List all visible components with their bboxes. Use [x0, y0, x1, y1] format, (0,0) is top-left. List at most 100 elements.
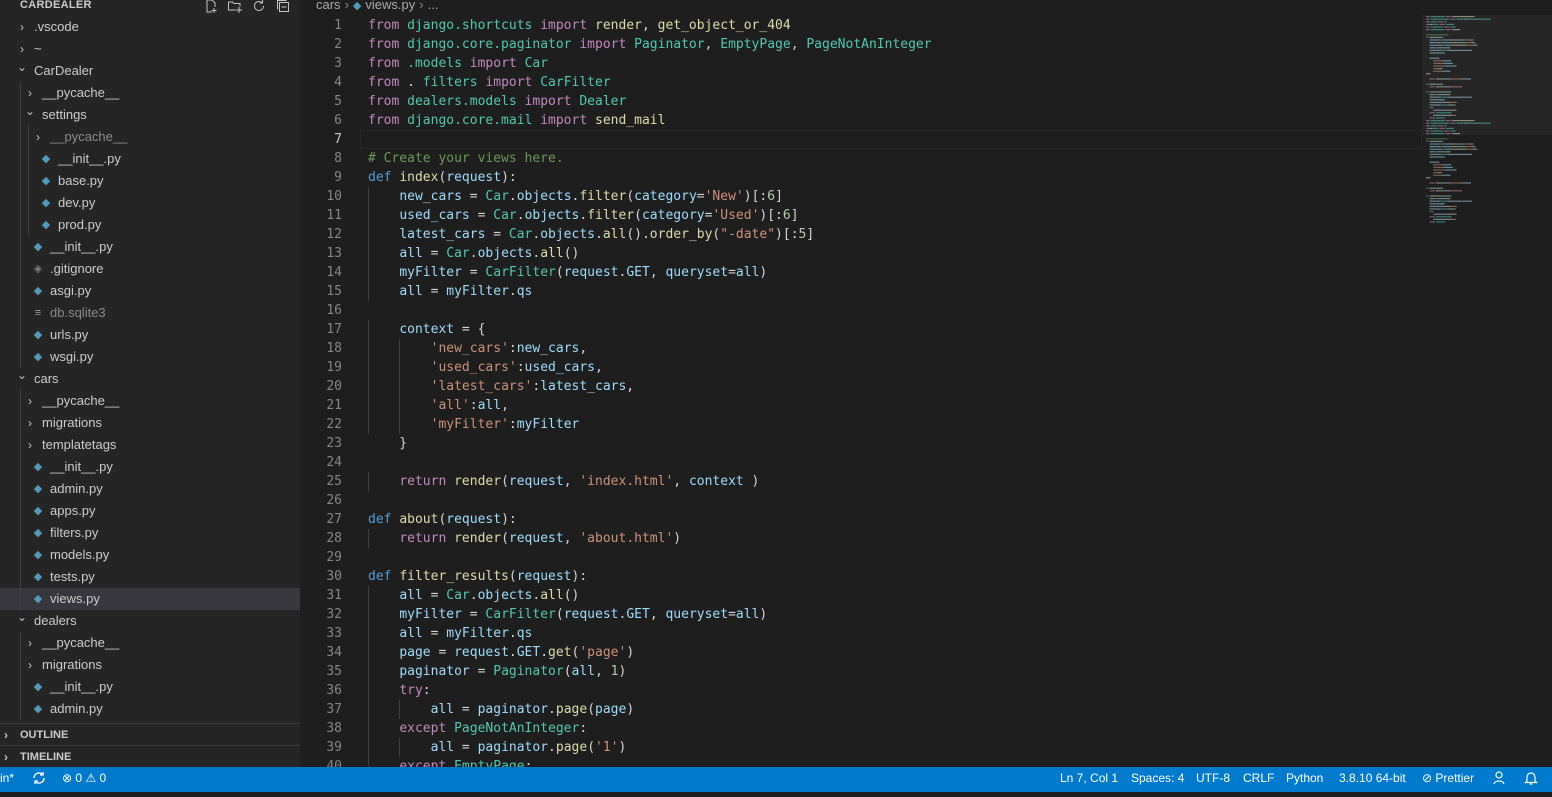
- new-file-icon[interactable]: [202, 0, 220, 14]
- code-line[interactable]: 39 all = paginator.page('1'): [300, 738, 1552, 757]
- code-line[interactable]: 19 'used_cars':used_cars,: [300, 358, 1552, 377]
- timeline-panel-header[interactable]: › TIMELINE: [0, 746, 300, 767]
- branch-indicator[interactable]: in*: [0, 767, 14, 792]
- tree-folder[interactable]: › __pycache__: [0, 390, 300, 412]
- tree-file[interactable]: ◆ asgi.py: [0, 280, 300, 302]
- tree-file[interactable]: ◆ __init__.py: [0, 676, 300, 698]
- code-line[interactable]: 26: [300, 491, 1552, 510]
- tree-folder[interactable]: ⌄ CarDealer: [0, 60, 300, 82]
- code-line[interactable]: 18 'new_cars':new_cars,: [300, 339, 1552, 358]
- code-line[interactable]: 30 def filter_results(request):: [300, 567, 1552, 586]
- code-line[interactable]: 1 from django.shortcuts import render, ge…: [300, 16, 1552, 35]
- tree-file[interactable]: ◆ prod.py: [0, 214, 300, 236]
- sync-icon[interactable]: [31, 767, 47, 792]
- indentation[interactable]: Spaces: 4: [1131, 767, 1184, 792]
- collapse-all-icon[interactable]: [274, 0, 292, 14]
- code-line[interactable]: 10 new_cars = Car.objects.filter(categor…: [300, 187, 1552, 206]
- code-line[interactable]: 17 context = {: [300, 320, 1552, 339]
- breadcrumb-file[interactable]: views.py: [365, 0, 415, 12]
- code-line[interactable]: 29: [300, 548, 1552, 567]
- tree-file[interactable]: ◆ views.py: [0, 588, 300, 610]
- code-area[interactable]: 1 from django.shortcuts import render, ge…: [300, 16, 1552, 767]
- line-ending[interactable]: CRLF: [1243, 767, 1274, 792]
- tree-folder[interactable]: ⌄ settings: [0, 104, 300, 126]
- code-line[interactable]: 22 'myFilter':myFilter: [300, 415, 1552, 434]
- tree-file[interactable]: ◆ base.py: [0, 170, 300, 192]
- tree-item-label: base.py: [58, 173, 104, 188]
- tree-folder[interactable]: › templatetags: [0, 434, 300, 456]
- code-line[interactable]: 28 return render(request, 'about.html'): [300, 529, 1552, 548]
- tree-folder[interactable]: ⌄ cars: [0, 368, 300, 390]
- code-line[interactable]: 24: [300, 453, 1552, 472]
- tree-file[interactable]: ◆ filters.py: [0, 522, 300, 544]
- minimap-token: [1436, 200, 1440, 202]
- code-line[interactable]: 4 from . filters import CarFilter: [300, 73, 1552, 92]
- tree-file[interactable]: ◆ tests.py: [0, 566, 300, 588]
- refresh-icon[interactable]: [250, 0, 268, 14]
- tree-file[interactable]: ◆ __init__.py: [0, 456, 300, 478]
- code-line[interactable]: 16: [300, 301, 1552, 320]
- code-line[interactable]: 27 def about(request):: [300, 510, 1552, 529]
- code-line[interactable]: 3 from .models import Car: [300, 54, 1552, 73]
- code-line[interactable]: 37 all = paginator.page(page): [300, 700, 1552, 719]
- code-line[interactable]: 6 from django.core.mail import send_mail: [300, 111, 1552, 130]
- python-interpreter[interactable]: 3.8.10 64-bit: [1339, 767, 1406, 792]
- code-line[interactable]: 25 return render(request, 'index.html', …: [300, 472, 1552, 491]
- line-source: except EmptyPage:: [368, 757, 532, 767]
- code-line[interactable]: 14 myFilter = CarFilter(request.GET, que…: [300, 263, 1552, 282]
- tree-file[interactable]: ◈ .gitignore: [0, 258, 300, 280]
- tree-file[interactable]: ◆ dev.py: [0, 192, 300, 214]
- code-editor[interactable]: cars › ◆ views.py ›... 1 from django.shortcut…: [300, 0, 1552, 767]
- tree-file[interactable]: ◆ wsgi.py: [0, 346, 300, 368]
- tree-folder[interactable]: › __pycache__: [0, 126, 300, 148]
- tree-folder[interactable]: › migrations: [0, 412, 300, 434]
- tree-folder[interactable]: › ~: [0, 38, 300, 60]
- minimap[interactable]: [1422, 0, 1552, 240]
- tree-file[interactable]: ◆ apps.py: [0, 500, 300, 522]
- language-mode[interactable]: Python: [1286, 767, 1323, 792]
- tree-file[interactable]: ◆ __init__.py: [0, 236, 300, 258]
- code-line[interactable]: 31 all = Car.objects.all(): [300, 586, 1552, 605]
- tree-file[interactable]: ◆ admin.py: [0, 698, 300, 720]
- problems-indicator[interactable]: ⊗ 0 ⚠ 0: [62, 767, 106, 792]
- tree-folder[interactable]: › __pycache__: [0, 82, 300, 104]
- code-line[interactable]: 5 from dealers.models import Dealer: [300, 92, 1552, 111]
- code-line[interactable]: 40 except EmptyPage:: [300, 757, 1552, 767]
- code-line[interactable]: 8 # Create your views here.: [300, 149, 1552, 168]
- code-line[interactable]: 38 except PageNotAnInteger:: [300, 719, 1552, 738]
- tree-folder[interactable]: › .vscode: [0, 16, 300, 38]
- code-line[interactable]: 36 try:: [300, 681, 1552, 700]
- tree-file[interactable]: ◆ urls.py: [0, 324, 300, 346]
- code-line[interactable]: 21 'all':all,: [300, 396, 1552, 415]
- tree-file[interactable]: ◆ __init__.py: [0, 148, 300, 170]
- outline-panel-header[interactable]: › OUTLINE: [0, 724, 300, 746]
- cursor-position[interactable]: Ln 7, Col 1: [1060, 767, 1118, 792]
- new-folder-icon[interactable]: [226, 0, 244, 14]
- encoding[interactable]: UTF-8: [1196, 767, 1230, 792]
- code-line[interactable]: 9 def index(request):: [300, 168, 1552, 187]
- feedback-icon[interactable]: [1493, 767, 1507, 792]
- breadcrumb-symbol[interactable]: ...: [428, 0, 439, 12]
- code-line[interactable]: 12 latest_cars = Car.objects.all().order…: [300, 225, 1552, 244]
- code-line[interactable]: 20 'latest_cars':latest_cars,: [300, 377, 1552, 396]
- tree-file[interactable]: ◆ admin.py: [0, 478, 300, 500]
- code-line[interactable]: 11 used_cars = Car.objects.filter(catego…: [300, 206, 1552, 225]
- notifications-bell-icon[interactable]: [1524, 767, 1538, 792]
- tree-folder[interactable]: ⌄ dealers: [0, 610, 300, 632]
- code-line[interactable]: 35 paginator = Paginator(all, 1): [300, 662, 1552, 681]
- code-line[interactable]: 23 }: [300, 434, 1552, 453]
- breadcrumb-folder[interactable]: cars: [316, 0, 341, 12]
- code-line[interactable]: 2 from django.core.paginator import Pagin…: [300, 35, 1552, 54]
- code-line[interactable]: 33 all = myFilter.qs: [300, 624, 1552, 643]
- code-line[interactable]: 13 all = Car.objects.all(): [300, 244, 1552, 263]
- tree-item-label: __init__.py: [50, 459, 113, 474]
- tree-folder[interactable]: › migrations: [0, 654, 300, 676]
- code-line[interactable]: 7: [300, 130, 1552, 149]
- tree-folder[interactable]: › __pycache__: [0, 632, 300, 654]
- prettier-status[interactable]: ⊘ Prettier: [1422, 767, 1474, 792]
- tree-file[interactable]: ◆ models.py: [0, 544, 300, 566]
- code-line[interactable]: 15 all = myFilter.qs: [300, 282, 1552, 301]
- code-line[interactable]: 34 page = request.GET.get('page'): [300, 643, 1552, 662]
- tree-file[interactable]: ≡ db.sqlite3: [0, 302, 300, 324]
- code-line[interactable]: 32 myFilter = CarFilter(request.GET, que…: [300, 605, 1552, 624]
